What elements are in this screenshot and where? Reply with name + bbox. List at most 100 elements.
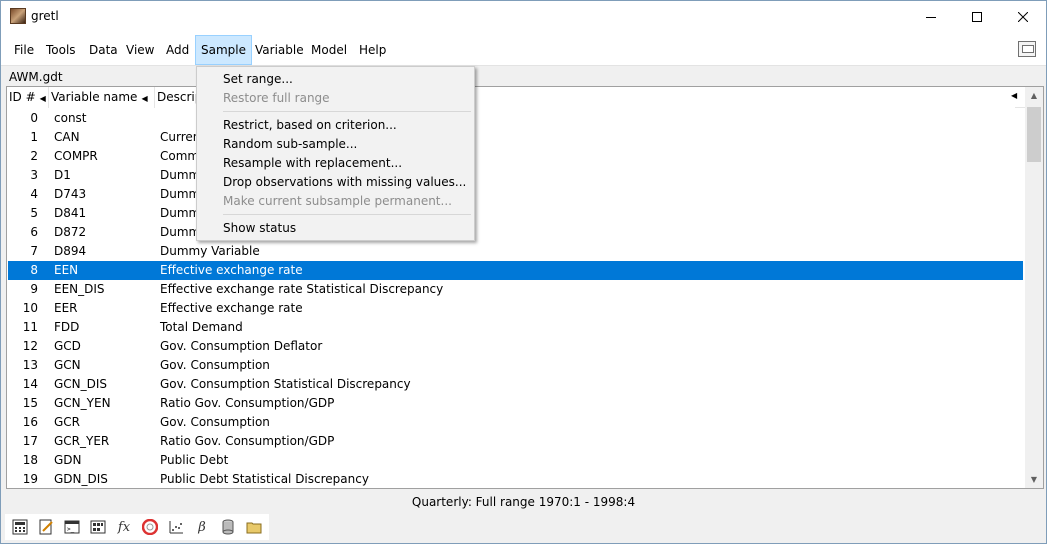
variable-name: CAN [54,130,80,144]
menu-item-resample-replacement[interactable]: Resample with replacement... [223,154,402,173]
menu-item-restrict-criterion[interactable]: Restrict, based on criterion... [223,116,397,135]
vertical-scrollbar[interactable]: ▲ ▼ [1025,87,1043,488]
menu-file[interactable]: File [9,37,39,63]
variable-name: GCR_YER [54,434,110,448]
table-row[interactable]: 3 D1 Dumm [8,166,1023,185]
session-window-icon[interactable] [1018,41,1036,57]
variable-description: Gov. Consumption [160,415,270,429]
minimize-icon [926,16,936,18]
scrollbar-thumb[interactable] [1027,107,1041,162]
table-row[interactable]: 10 EER Effective exchange rate [8,299,1023,318]
terminal-icon[interactable]: >_ [61,516,83,538]
variable-description: Gov. Consumption Deflator [160,339,323,353]
variable-description: Effective exchange rate Statistical Disc… [160,282,444,296]
menu-data[interactable]: Data [84,37,123,63]
table-row[interactable]: 18 GDN Public Debt [8,451,1023,470]
menu-item-make-permanent[interactable]: Make current subsample permanent... [223,192,452,211]
variable-name: EEN_DIS [54,282,105,296]
column-header-id-label: ID # [9,90,36,104]
variable-name: D894 [54,244,87,258]
variable-name: GCD [54,339,81,353]
close-button[interactable] [1000,1,1046,32]
calculator-icon[interactable] [9,516,31,538]
table-row[interactable]: 0 const [8,109,1023,128]
column-header-name[interactable]: Variable name ◀ [49,87,155,108]
menu-tools[interactable]: Tools [41,37,81,63]
variable-list[interactable]: ID # ◀ Variable name ◀ Descrip ◀ 0 const 1 CA… [6,86,1044,489]
menu-item-show-status[interactable]: Show status [223,219,296,238]
menu-item-set-range[interactable]: Set range... [223,70,293,89]
table-row[interactable]: 4 D743 Dumm [8,185,1023,204]
menu-item-random-subsample[interactable]: Random sub-sample... [223,135,357,154]
variable-description: Public Debt [160,453,229,467]
variable-id: 4 [30,187,38,201]
menu-help[interactable]: Help [354,37,391,63]
variable-id: 12 [22,339,38,353]
table-row[interactable]: 6 D872 Dumm [8,223,1023,242]
folder-icon[interactable] [243,516,265,538]
variable-name: GCR [54,415,81,429]
variable-id: 5 [30,206,38,220]
table-row[interactable]: 9 EEN_DIS Effective exchange rate Statisti… [8,280,1023,299]
variable-name: D1 [54,168,71,182]
scroll-left-arrow-icon[interactable]: ◀ [1011,91,1017,100]
bottom-toolbar: >_ fx β [5,514,269,540]
table-row[interactable]: 13 GCN Gov. Consumption [8,356,1023,375]
variable-name: EER [54,301,78,315]
column-header-name-label: Variable name [51,90,138,104]
column-header-id[interactable]: ID # ◀ [7,87,49,108]
table-row[interactable]: 17 GCR_YER Ratio Gov. Consumption/GDP [8,432,1023,451]
beta-icon[interactable]: β [191,516,213,538]
maximize-button[interactable] [954,1,1000,32]
menu-item-restore-full-range[interactable]: Restore full range [223,89,330,108]
variable-id: 13 [22,358,38,372]
variable-description: Dumm [160,168,201,182]
table-row[interactable]: 14 GCN_DIS Gov. Consumption Statistical Di… [8,375,1023,394]
function-icon[interactable]: fx [113,516,135,538]
variable-description: Effective exchange rate [160,301,303,315]
help-icon[interactable] [139,516,161,538]
variable-id: 8 [30,263,38,277]
variable-id: 14 [22,377,38,391]
variable-name: GDN [54,453,82,467]
plot-icon[interactable] [165,516,187,538]
table-row[interactable]: 8 EEN Effective exchange rate [8,261,1023,280]
menu-view[interactable]: View [121,37,159,63]
maximize-icon [972,11,982,22]
menu-separator [223,111,471,112]
menu-variable[interactable]: Variable [250,37,309,63]
variable-id: 19 [22,472,38,486]
scroll-up-arrow-icon[interactable]: ▲ [1025,87,1043,104]
variable-id: 16 [22,415,38,429]
menu-model[interactable]: Model [306,37,352,63]
table-row[interactable]: 15 GCN_YEN Ratio Gov. Consumption/GDP [8,394,1023,413]
table-row[interactable]: 11 FDD Total Demand [8,318,1023,337]
menu-separator [223,214,471,215]
variable-description: Dummy Variable [160,244,260,258]
database-icon[interactable] [217,516,239,538]
edit-icon[interactable] [35,516,57,538]
menu-sample[interactable]: Sample [195,35,252,65]
table-row[interactable]: 1 CAN Curren [8,128,1023,147]
variable-description: Curren [160,130,201,144]
session-icon[interactable] [87,516,109,538]
variable-id: 10 [22,301,38,315]
table-row[interactable]: 12 GCD Gov. Consumption Deflator [8,337,1023,356]
table-row[interactable]: 2 COMPR Comm [8,147,1023,166]
variable-id: 9 [30,282,38,296]
menu-add[interactable]: Add [161,37,194,63]
table-row[interactable]: 5 D841 Dumm [8,204,1023,223]
variable-id: 15 [22,396,38,410]
close-icon [1018,11,1028,22]
table-row[interactable]: 19 GDN_DIS Public Debt Statistical Discrep… [8,470,1023,488]
variable-description: Effective exchange rate [160,263,303,277]
menu-item-drop-missing[interactable]: Drop observations with missing values... [223,173,466,192]
table-row[interactable]: 7 D894 Dummy Variable [8,242,1023,261]
variable-name: D841 [54,206,87,220]
scroll-down-arrow-icon[interactable]: ▼ [1025,471,1043,488]
table-row[interactable]: 16 GCR Gov. Consumption [8,413,1023,432]
sample-dropdown-menu: Set range... Restore full range Restrict… [196,66,475,241]
minimize-button[interactable] [908,1,954,32]
variable-name: GCN_YEN [54,396,111,410]
variable-name: D872 [54,225,87,239]
